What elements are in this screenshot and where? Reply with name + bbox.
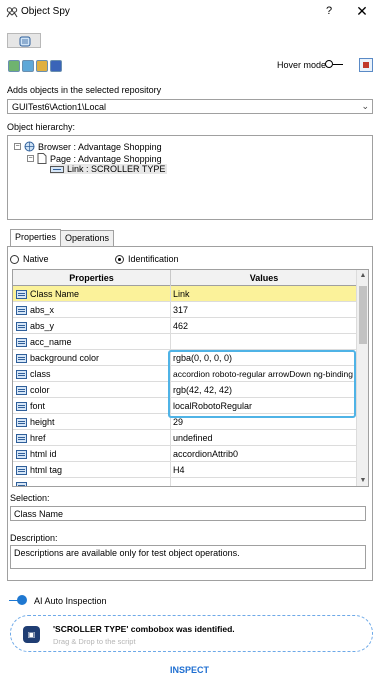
- spy-button[interactable]: [7, 33, 41, 48]
- description-label: Description:: [10, 533, 58, 543]
- property-value: accordionAttrib0: [173, 449, 239, 459]
- pin-icon[interactable]: [359, 58, 373, 72]
- table-row[interactable]: href undefined: [13, 430, 357, 446]
- tab-operations[interactable]: Operations: [60, 230, 115, 247]
- table-row[interactable]: html tag H4: [13, 462, 357, 478]
- property-name: acc_name: [30, 337, 72, 347]
- selection-field[interactable]: Class Name: [10, 506, 366, 521]
- record-icon[interactable]: [50, 60, 62, 72]
- add-object-icon[interactable]: [8, 60, 20, 72]
- identification-label: Identification: [128, 254, 179, 264]
- table-row[interactable]: [13, 478, 357, 486]
- property-icon: [16, 401, 27, 411]
- property-name: html id: [30, 449, 57, 459]
- grid-scrollbar[interactable]: ▲ ▼: [356, 270, 368, 486]
- property-icon: [16, 337, 27, 347]
- ai-auto-inspection-label: AI Auto Inspection: [34, 596, 107, 606]
- tree-node-label: Browser : Advantage Shopping: [38, 141, 162, 152]
- identification-radio[interactable]: [115, 254, 124, 264]
- tree-node-label: Link : SCROLLER TYPE: [67, 164, 166, 174]
- property-icon: [16, 321, 27, 331]
- property-value: Link: [173, 289, 190, 299]
- property-icon: [16, 385, 27, 395]
- hierarchy-label: Object hierarchy:: [7, 122, 76, 132]
- window-title: Object Spy: [21, 6, 70, 17]
- description-field: Descriptions are available only for test…: [10, 545, 366, 569]
- ai-auto-inspection-toggle[interactable]: [9, 595, 27, 605]
- tree-node-link[interactable]: Link : SCROLLER TYPE: [50, 164, 168, 174]
- tree-node-label: Page : Advantage Shopping: [50, 153, 162, 164]
- property-icon: [16, 481, 27, 486]
- close-button[interactable]: ✕: [354, 3, 370, 19]
- ai-identified-title: 'SCROLLER TYPE' combobox was identified.: [53, 624, 235, 634]
- property-icon: [16, 417, 27, 427]
- repository-select-value: GUITest6\Action1\Local: [12, 102, 107, 112]
- identification-radio-option[interactable]: Identification: [115, 254, 179, 264]
- table-row[interactable]: acc_name: [13, 334, 357, 350]
- property-icon: [16, 353, 27, 363]
- hover-mode-toggle[interactable]: [325, 60, 343, 68]
- table-row[interactable]: Class Name Link: [13, 286, 357, 302]
- collapse-icon[interactable]: −: [27, 155, 34, 162]
- grid-header: Properties Values: [13, 270, 357, 286]
- selection-label: Selection:: [10, 493, 50, 503]
- highlight-overlay: [168, 350, 356, 418]
- repository-label: Adds objects in the selected repository: [7, 85, 162, 95]
- property-tabs: Properties Operations: [10, 229, 115, 247]
- tab-properties[interactable]: Properties: [10, 229, 62, 246]
- native-radio-option[interactable]: Native: [10, 254, 49, 264]
- property-value: H4: [173, 465, 185, 475]
- ai-drag-hint: Drag & Drop to the script: [53, 637, 136, 646]
- ai-bot-icon: ▣: [23, 626, 40, 643]
- scroll-down-icon[interactable]: ▼: [357, 477, 368, 484]
- help-button[interactable]: ?: [322, 5, 336, 19]
- property-name: href: [30, 433, 46, 443]
- scroll-up-icon[interactable]: ▲: [357, 272, 368, 279]
- highlight-icon[interactable]: [36, 60, 48, 72]
- values-column-header[interactable]: Values: [171, 270, 357, 286]
- table-row[interactable]: abs_y 462: [13, 318, 357, 334]
- native-label: Native: [23, 254, 49, 264]
- link-icon: [50, 165, 64, 173]
- table-row[interactable]: abs_x 317: [13, 302, 357, 318]
- property-icon: [16, 433, 27, 443]
- browser-icon: [24, 141, 35, 152]
- scrollbar-thumb[interactable]: [359, 286, 367, 344]
- add-children-icon[interactable]: [22, 60, 34, 72]
- collapse-icon[interactable]: −: [14, 143, 21, 150]
- ai-identified-card[interactable]: ▣ 'SCROLLER TYPE' combobox was identifie…: [10, 615, 373, 652]
- property-icon: [16, 305, 27, 315]
- object-toolbar: [8, 60, 62, 74]
- property-name: font: [30, 401, 46, 411]
- chevron-down-icon: ⌄: [361, 101, 369, 111]
- property-icon: [16, 369, 27, 379]
- property-name: background color: [30, 353, 100, 363]
- property-value: 462: [173, 321, 189, 331]
- pointing-hand-icon: [19, 36, 31, 47]
- property-name: abs_x: [30, 305, 55, 315]
- property-value: 29: [173, 417, 184, 427]
- tree-node-page[interactable]: − Page : Advantage Shopping: [27, 153, 162, 164]
- properties-column-header[interactable]: Properties: [13, 270, 171, 286]
- property-name: height: [30, 417, 55, 427]
- property-name: html tag: [30, 465, 63, 475]
- tree-node-browser[interactable]: − Browser : Advantage Shopping: [14, 141, 162, 152]
- repository-select[interactable]: GUITest6\Action1\Local ⌄: [7, 99, 373, 114]
- object-hierarchy-tree[interactable]: − Browser : Advantage Shopping − Page : …: [7, 135, 373, 220]
- page-icon: [37, 153, 47, 164]
- property-value: undefined: [173, 433, 213, 443]
- property-name: abs_y: [30, 321, 55, 331]
- property-name: color: [30, 385, 50, 395]
- property-icon: [16, 465, 27, 475]
- property-name: class: [30, 369, 51, 379]
- spy-app-icon: [6, 7, 18, 18]
- table-row[interactable]: html id accordionAttrib0: [13, 446, 357, 462]
- property-value: 317: [173, 305, 189, 315]
- native-radio[interactable]: [10, 254, 19, 264]
- property-icon: [16, 449, 27, 459]
- hover-mode-label: Hover mode: [277, 60, 327, 70]
- property-name: Class Name: [30, 289, 80, 299]
- inspect-button[interactable]: INSPECT: [0, 665, 379, 675]
- property-icon: [16, 289, 27, 299]
